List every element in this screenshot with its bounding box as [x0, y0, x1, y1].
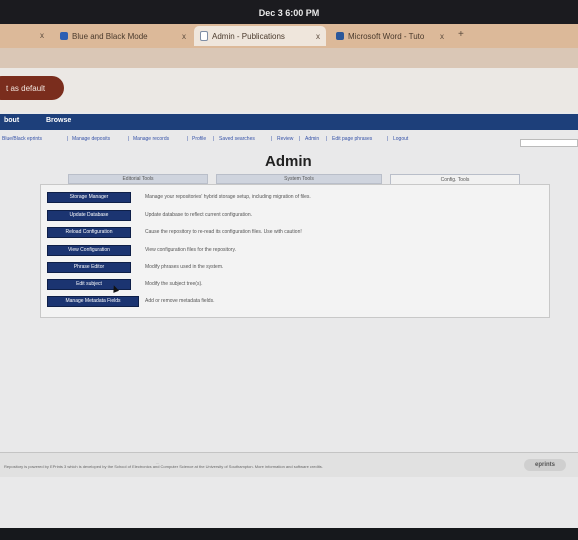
- link-separator: |: [387, 136, 389, 142]
- manage-metadata-fields-button[interactable]: Manage Metadata Fields: [47, 295, 139, 307]
- page-footer: ... Repository is powered by EPrints 3 w…: [0, 452, 578, 477]
- action-description: Modify phrases used in the system.: [145, 264, 224, 270]
- link-edit-page-phrases[interactable]: Edit page phrases: [332, 136, 372, 142]
- os-top-bar: Dec 3 6:00 PM: [0, 0, 578, 24]
- action-row: Edit subject Modify the subject tree(s).: [47, 278, 203, 290]
- site-nav-bar: bout Browse: [0, 114, 578, 130]
- eprints-logo[interactable]: eprints: [524, 459, 566, 471]
- tab-admin-publications[interactable]: Admin - Publications x: [194, 26, 326, 46]
- link-separator: |: [187, 136, 189, 142]
- link-profile[interactable]: Profile: [192, 136, 206, 142]
- phrase-editor-button[interactable]: Phrase Editor: [47, 261, 131, 273]
- update-database-button[interactable]: Update Database: [47, 209, 131, 221]
- tab-microsoft-word[interactable]: Microsoft Word - Tuto x: [330, 26, 450, 46]
- close-tab-icon[interactable]: x: [434, 32, 444, 41]
- tab-label: Blue and Black Mode: [72, 31, 148, 41]
- edit-subject-button[interactable]: Edit subject: [47, 278, 131, 290]
- window-favicon-icon: [60, 32, 68, 40]
- word-favicon-icon: [336, 32, 344, 40]
- link-separator: |: [326, 136, 328, 142]
- link-separator: |: [213, 136, 215, 142]
- search-input[interactable]: [520, 139, 578, 147]
- storage-manager-button[interactable]: Storage Manager: [47, 191, 131, 203]
- link-separator: |: [271, 136, 273, 142]
- action-description: View configuration files for the reposit…: [145, 247, 236, 253]
- screen: Dec 3 6:00 PM x Blue and Black Mode x Ad…: [0, 0, 578, 528]
- browser-infobar: [0, 68, 578, 112]
- action-description: Cause the repository to re-read its conf…: [145, 229, 302, 235]
- link-separator: |: [299, 136, 301, 142]
- tab-label: Microsoft Word - Tuto: [348, 31, 425, 41]
- action-row: Storage Manager Manage your repositories…: [47, 191, 311, 203]
- page-title: Admin: [265, 153, 312, 170]
- action-row: Manage Metadata Fields Add or remove met…: [47, 295, 214, 307]
- action-description: Update database to reflect current confi…: [145, 212, 253, 218]
- link-manage-records[interactable]: Manage records: [133, 136, 169, 142]
- user-links-bar: Blue/Black eprints | Manage deposits | M…: [0, 132, 578, 146]
- action-row: Update Database Update database to refle…: [47, 209, 252, 221]
- tab-system-tools[interactable]: System Tools: [216, 174, 382, 184]
- link-separator: |: [67, 136, 69, 142]
- action-description: Manage your repositories' hybrid storage…: [145, 194, 311, 200]
- tab-blue-black-mode[interactable]: Blue and Black Mode x: [54, 26, 192, 46]
- set-as-default-button[interactable]: t as default: [0, 76, 64, 100]
- view-configuration-button[interactable]: View Configuration: [47, 244, 131, 256]
- admin-tab-bar: Editorial Tools System Tools Config. Too…: [40, 174, 550, 184]
- action-row: Reload Configuration Cause the repositor…: [47, 226, 302, 238]
- reload-configuration-button[interactable]: Reload Configuration: [47, 226, 131, 238]
- link-logout[interactable]: Logout: [393, 136, 408, 142]
- link-separator: |: [128, 136, 130, 142]
- nav-item-browse[interactable]: Browse: [46, 117, 71, 124]
- new-tab-icon[interactable]: +: [458, 29, 464, 40]
- tab-editorial-tools[interactable]: Editorial Tools: [68, 174, 208, 184]
- action-description: Modify the subject tree(s).: [145, 281, 203, 287]
- action-description: Add or remove metadata fields.: [145, 298, 215, 304]
- footer-text: Repository is powered by EPrints 3 which…: [4, 464, 323, 469]
- tab-config-tools[interactable]: Config. Tools: [390, 174, 520, 184]
- link-saved-searches[interactable]: Saved searches: [219, 136, 255, 142]
- action-row: View Configuration View configuration fi…: [47, 244, 236, 256]
- close-tab-icon[interactable]: x: [176, 32, 186, 41]
- tab-label: Admin - Publications: [212, 31, 285, 41]
- action-row: Phrase Editor Modify phrases used in the…: [47, 261, 223, 273]
- browser-toolbar: [0, 48, 578, 68]
- nav-item-about[interactable]: bout: [4, 117, 19, 124]
- monitor-bezel: [0, 528, 578, 540]
- browser-tab-strip: x Blue and Black Mode x Admin - Publicat…: [0, 24, 578, 48]
- link-review[interactable]: Review: [277, 136, 293, 142]
- clock[interactable]: Dec 3 6:00 PM: [0, 8, 578, 18]
- close-tab-icon[interactable]: x: [40, 31, 44, 40]
- link-manage-deposits[interactable]: Manage deposits: [72, 136, 110, 142]
- link-blue-black-eprints[interactable]: Blue/Black eprints: [2, 136, 42, 142]
- close-tab-icon[interactable]: x: [310, 32, 320, 41]
- document-favicon-icon: [200, 31, 208, 41]
- config-tools-panel: Storage Manager Manage your repositories…: [40, 184, 550, 318]
- link-admin[interactable]: Admin: [305, 136, 319, 142]
